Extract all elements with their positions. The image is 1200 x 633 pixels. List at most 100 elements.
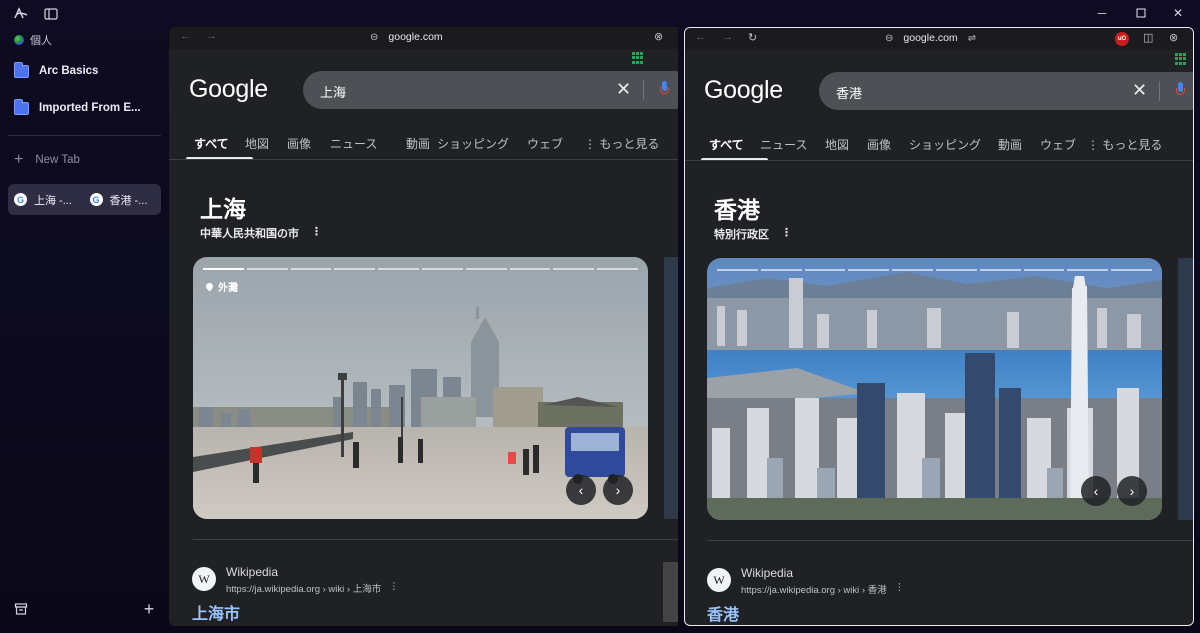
entity-subtitle: 特別行政区: [714, 229, 769, 241]
entity-photo-carousel[interactable]: 外灘 ‹ ›: [193, 257, 648, 519]
sidebar-footer: +: [0, 600, 168, 622]
photo-location-label: 外灘: [218, 283, 238, 294]
close-pane-icon[interactable]: ⊗: [654, 30, 663, 43]
tab-hongkong[interactable]: G 香港 -...: [89, 192, 162, 208]
profile-label: 個人: [30, 35, 52, 47]
pinned-folder-imported[interactable]: Imported From E...: [8, 93, 160, 123]
site-info-icon: ⊖: [370, 31, 379, 43]
site-info-icon: ⊖: [885, 32, 894, 44]
tab-more-label: もっと見る: [599, 137, 660, 151]
tab-more[interactable]: ⋮ もっと見る: [584, 135, 659, 152]
folder-label: Imported From E...: [39, 102, 141, 114]
clear-search-icon[interactable]: ✕: [1132, 80, 1147, 101]
url-bar[interactable]: ⊖ google.com ⇌: [885, 32, 976, 44]
carousel-progress: [717, 269, 1152, 271]
search-query: 上海: [320, 85, 347, 100]
search-tabs: すべて ニュース 地図 画像 ショッピング 動画 ウェブ ⋮ もっと見る: [701, 136, 1162, 161]
tab-web[interactable]: ウェブ: [1040, 136, 1087, 153]
entity-photo-carousel[interactable]: ‹ ›: [707, 258, 1162, 520]
add-space-icon[interactable]: +: [141, 600, 157, 618]
search-input[interactable]: 香港 ✕: [819, 72, 1193, 110]
result-url: https://ja.wikipedia.org › wiki › 香港: [741, 585, 887, 596]
forward-icon[interactable]: →: [722, 31, 733, 43]
tab-shanghai[interactable]: G 上海 -...: [14, 192, 86, 208]
new-tab-label: New Tab: [35, 154, 80, 166]
voice-search-icon[interactable]: [660, 81, 669, 97]
plus-icon: +: [14, 151, 24, 168]
search-input[interactable]: 上海 ✕: [303, 71, 678, 109]
wikipedia-icon: W: [192, 567, 216, 591]
tab-videos[interactable]: 動画: [406, 135, 437, 152]
result-title-link[interactable]: 香港: [707, 601, 739, 625]
result-divider: [707, 540, 1193, 541]
entity-title: 香港: [714, 197, 760, 223]
more-options-icon[interactable]: ⋮: [311, 225, 322, 241]
tab-news[interactable]: ニュース: [330, 135, 406, 152]
close-window-button[interactable]: ✕: [1167, 4, 1189, 22]
extensions-grid-icon[interactable]: [632, 52, 644, 64]
google-favicon-icon: G: [14, 193, 27, 206]
carousel-prev-button[interactable]: ‹: [1081, 476, 1111, 506]
back-icon[interactable]: ←: [180, 30, 191, 42]
tab-shopping[interactable]: ショッピング: [437, 135, 527, 152]
split-view-icon[interactable]: ◫: [1143, 31, 1153, 44]
pane-toolbar: ← → ↻ ⊖ google.com ⇌ uO ◫ ⊗: [685, 28, 1193, 50]
google-logo[interactable]: Google: [189, 75, 268, 104]
carousel-next-button[interactable]: ›: [603, 475, 633, 505]
tab-shopping[interactable]: ショッピング: [909, 136, 998, 153]
carousel-prev-button[interactable]: ‹: [566, 475, 596, 505]
minimize-button[interactable]: ─: [1091, 4, 1113, 22]
result-options-icon[interactable]: ⋮: [389, 581, 399, 595]
map-pin-icon: [204, 281, 215, 292]
pane-toolbar: ← → ⊖ google.com ⊗: [169, 27, 678, 49]
reload-icon[interactable]: ↻: [748, 31, 757, 44]
forward-icon[interactable]: →: [206, 30, 217, 42]
map-preview-peek[interactable]: [1178, 258, 1193, 520]
site-controls-icon[interactable]: ⇌: [968, 33, 976, 44]
split-view-tab[interactable]: G 上海 -... G 香港 -...: [8, 184, 161, 215]
carousel-progress: [203, 268, 638, 270]
result-divider: [193, 539, 678, 540]
tab-videos[interactable]: 動画: [998, 136, 1040, 153]
tab-more[interactable]: ⋮ もっと見る: [1087, 136, 1162, 153]
search-tabs: すべて 地図 画像 ニュース 動画 ショッピング ウェブ ⋮ もっと見る: [186, 135, 659, 160]
entity-title: 上海: [200, 196, 246, 222]
pinned-folder-arc-basics[interactable]: Arc Basics: [8, 56, 160, 86]
tab-images[interactable]: 画像: [867, 136, 909, 153]
split-pane-right: ← → ↻ ⊖ google.com ⇌ uO ◫ ⊗ Google 香港 ✕ …: [684, 27, 1194, 626]
result-site-name: Wikipedia: [226, 565, 279, 579]
tabs-divider: [169, 159, 678, 160]
back-icon[interactable]: ←: [695, 31, 706, 43]
result-url-row: https://ja.wikipedia.org › wiki › 香港 ⋮: [741, 582, 904, 596]
map-preview-peek[interactable]: [664, 257, 678, 519]
close-pane-icon[interactable]: ⊗: [1169, 31, 1178, 44]
new-tab-button[interactable]: + New Tab: [14, 151, 80, 168]
tab-web[interactable]: ウェブ: [527, 135, 584, 152]
result-url: https://ja.wikipedia.org › wiki › 上海市: [226, 584, 382, 595]
url-bar[interactable]: ⊖ google.com: [370, 31, 443, 43]
tab-all[interactable]: すべて: [701, 136, 768, 161]
google-logo[interactable]: Google: [704, 76, 783, 105]
google-favicon-icon: G: [89, 193, 103, 206]
archive-icon[interactable]: [13, 602, 29, 618]
ublock-extension-icon[interactable]: uO: [1115, 32, 1129, 46]
url-text: google.com: [903, 32, 958, 44]
tab-maps[interactable]: 地図: [825, 136, 867, 153]
search-query: 香港: [836, 86, 863, 101]
more-options-icon[interactable]: ⋮: [781, 226, 792, 242]
toggle-sidebar-icon[interactable]: [43, 6, 59, 22]
maximize-button[interactable]: [1130, 4, 1152, 22]
arc-logo-icon[interactable]: [13, 6, 29, 22]
profile-switcher[interactable]: 個人: [14, 32, 52, 48]
result-options-icon[interactable]: ⋮: [895, 582, 905, 596]
extensions-grid-icon[interactable]: [1175, 53, 1187, 65]
tab-maps[interactable]: 地図: [245, 135, 287, 152]
tab-images[interactable]: 画像: [287, 135, 330, 152]
voice-search-icon[interactable]: [1176, 82, 1185, 98]
tab-all[interactable]: すべて: [186, 135, 253, 160]
carousel-next-button[interactable]: ›: [1117, 476, 1147, 506]
result-title-link[interactable]: 上海市: [192, 600, 240, 624]
clear-search-icon[interactable]: ✕: [616, 79, 631, 100]
tab-news[interactable]: ニュース: [760, 136, 825, 153]
tab-more-label: もっと見る: [1102, 138, 1163, 152]
